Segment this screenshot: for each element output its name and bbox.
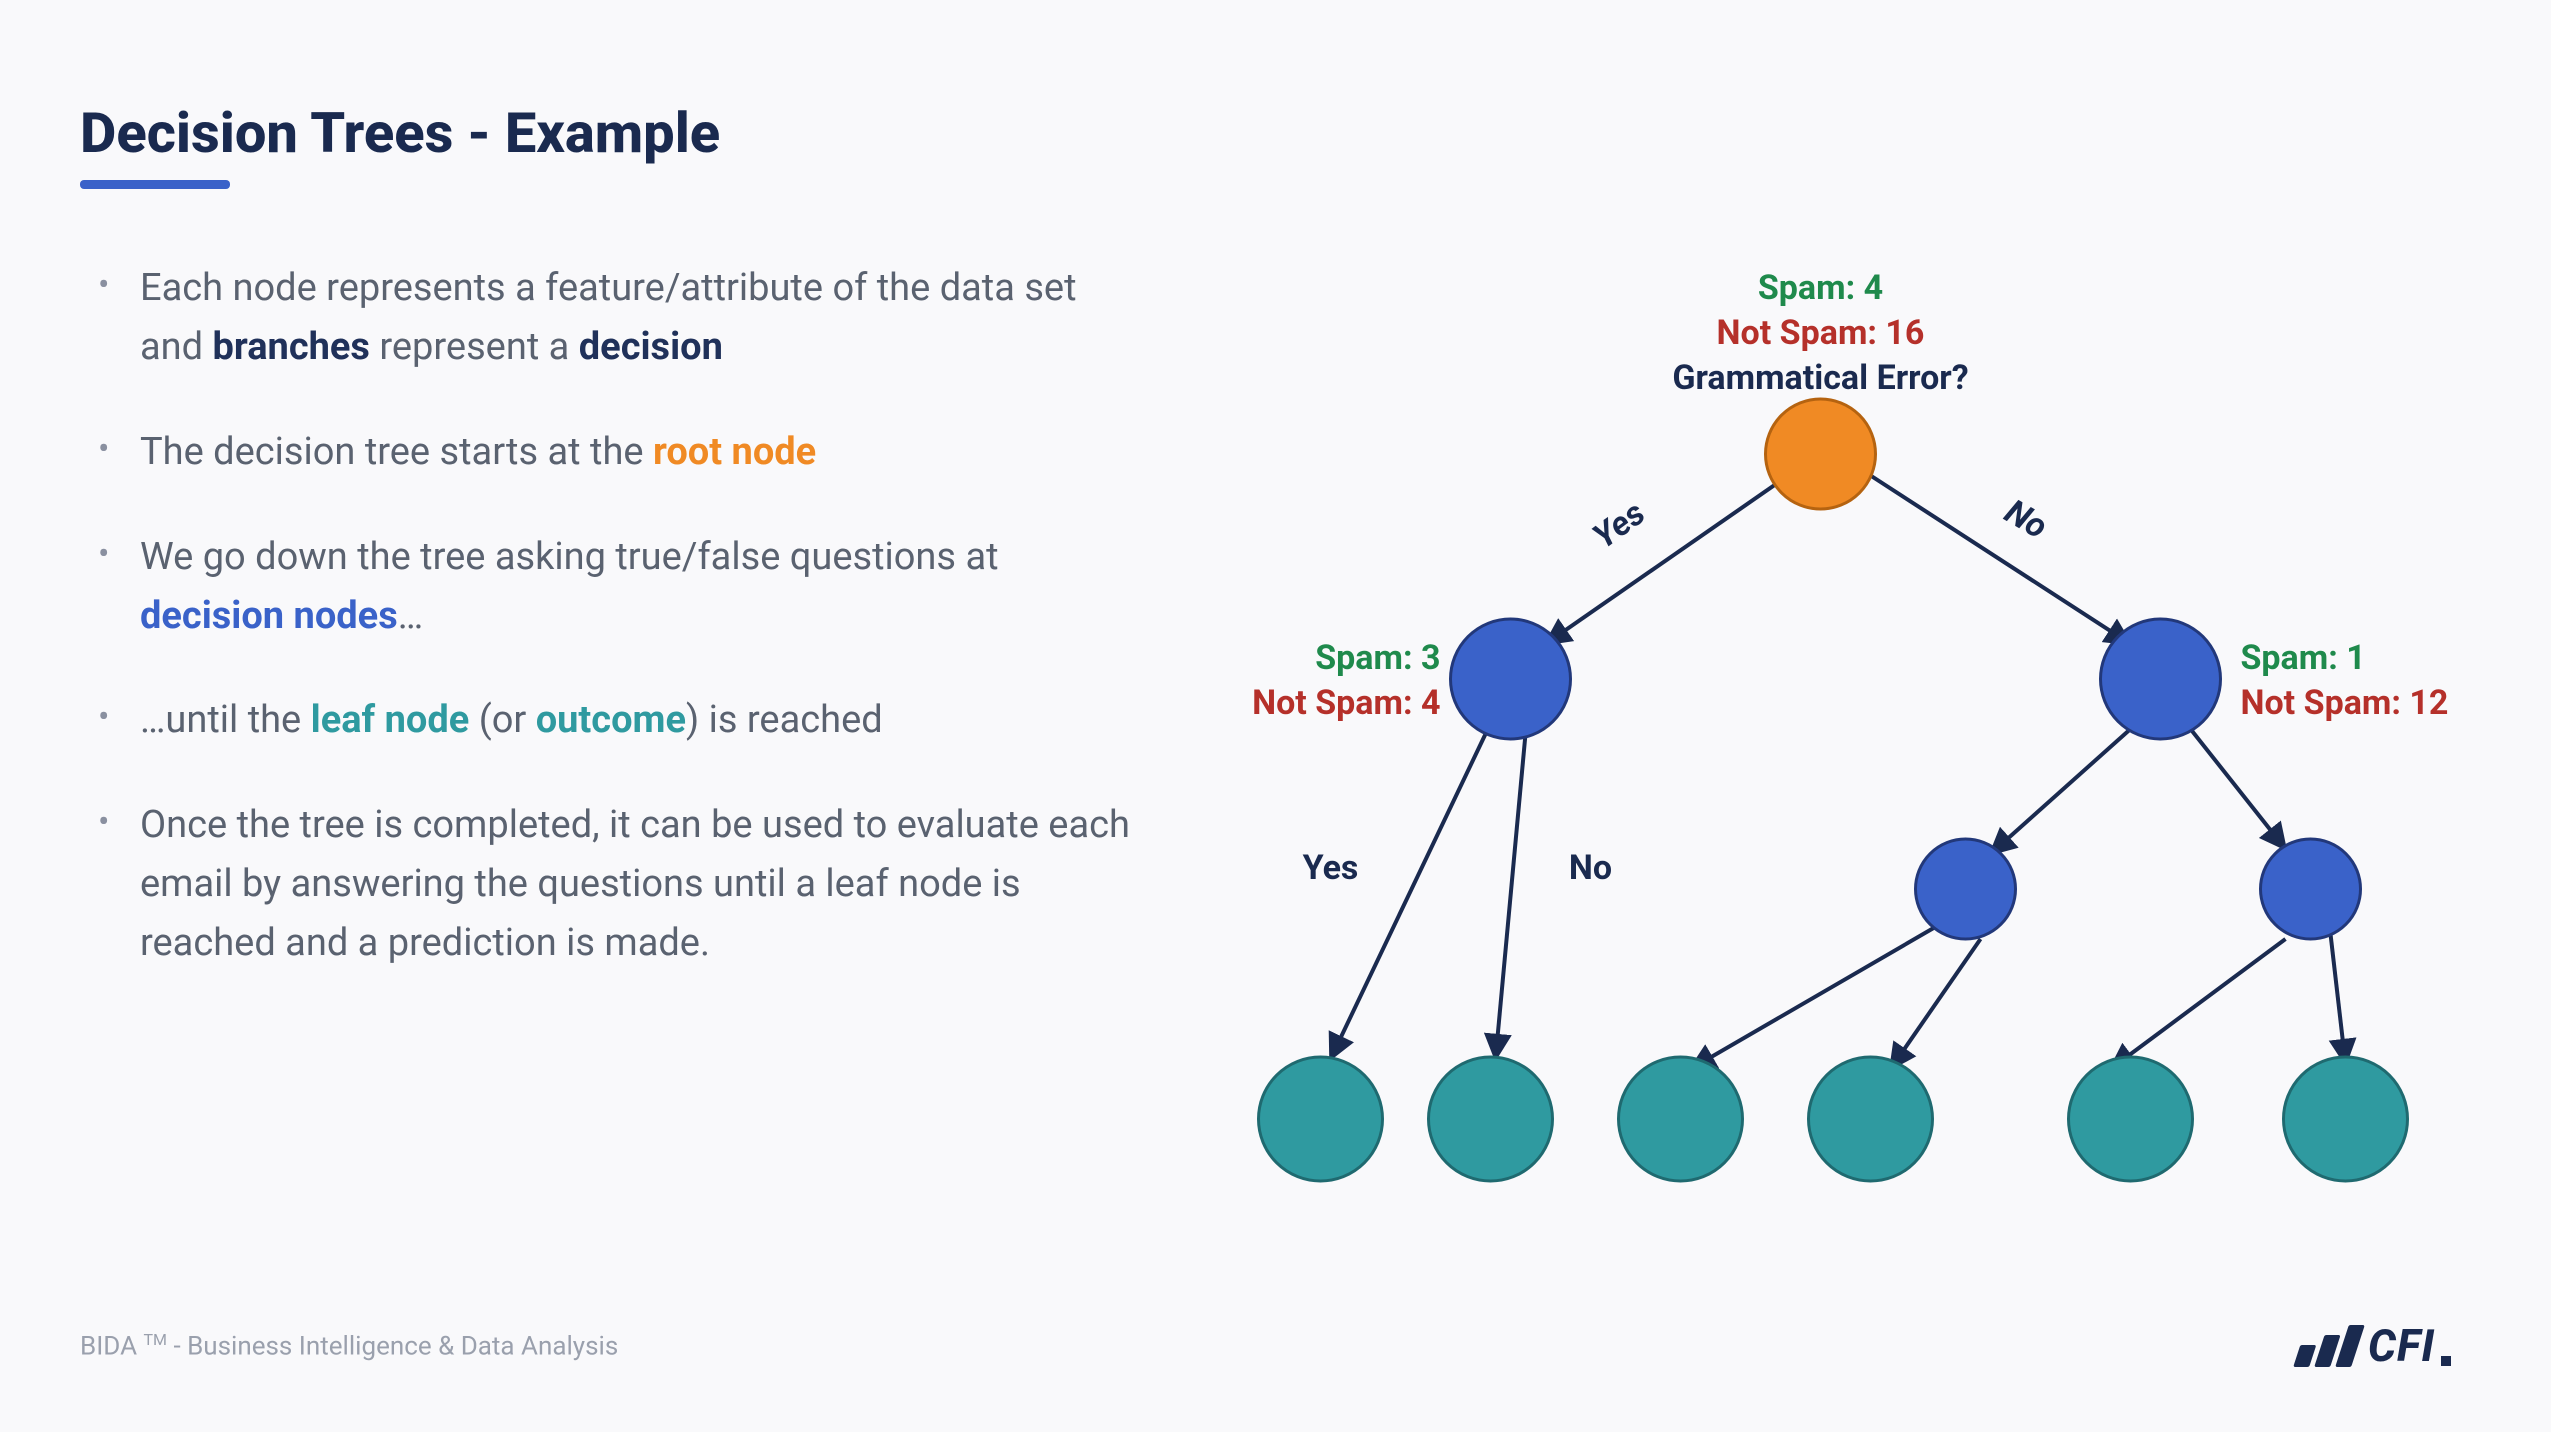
root-spam-label: Spam: 4	[1758, 268, 1883, 308]
leaf-node-1	[1259, 1057, 1383, 1181]
bullet-item: …until the leaf node (or outcome) is rea…	[80, 691, 1130, 750]
bullet-text: The decision tree starts at the	[140, 430, 653, 474]
footer: BIDA TM - Business Intelligence & Data A…	[80, 1330, 618, 1362]
footer-tm: TM	[143, 1330, 167, 1349]
edge-label-no-2: No	[1569, 848, 1612, 888]
bullet-item: Once the tree is completed, it can be us…	[80, 796, 1130, 973]
bullet-highlight-leaf: leaf node	[311, 698, 470, 742]
edge-dec1-leaf4	[1891, 939, 1981, 1069]
bullet-highlight-decision: decision nodes	[140, 594, 398, 638]
left-notspam-label: Not Spam: 4	[1252, 683, 1440, 723]
bullets-column: Each node represents a feature/attribute…	[80, 259, 1130, 1259]
root-notspam-label: Not Spam: 16	[1717, 313, 1925, 353]
cfi-logo: CFI	[2300, 1320, 2451, 1372]
edge-label-no: No	[1998, 492, 2054, 548]
tree-diagram: Spam: 4 Not Spam: 16 Grammatical Error? …	[1170, 259, 2471, 1259]
edge-dec2-leaf6	[2331, 934, 2346, 1064]
bullet-highlight-outcome: outcome	[536, 698, 686, 742]
leaf-node-5	[2069, 1057, 2193, 1181]
bullet-strong: branches	[213, 325, 370, 369]
left-spam-label: Spam: 3	[1315, 638, 1440, 678]
edge-left-leaf2	[1496, 734, 1526, 1059]
bullet-item: We go down the tree asking true/false qu…	[80, 528, 1130, 646]
bullet-text: Once the tree is completed, it can be us…	[140, 803, 1130, 965]
leaf-node-2	[1429, 1057, 1553, 1181]
logo-bars-icon	[2293, 1325, 2365, 1367]
bullet-text: ) is reached	[686, 698, 883, 742]
root-question: Grammatical Error?	[1672, 358, 1968, 398]
bullet-text: …	[398, 594, 423, 638]
edge-right-dec1	[1991, 729, 2131, 854]
bullet-strong: decision	[579, 325, 723, 369]
footer-rest: - Business Intelligence & Data Analysis	[173, 1332, 618, 1362]
bullet-text: (or	[469, 698, 535, 742]
edge-dec2-leaf5	[2111, 939, 2286, 1069]
leaf-node-3	[1619, 1057, 1743, 1181]
edge-root-right	[1861, 469, 2131, 644]
bullet-item: The decision tree starts at the root nod…	[80, 423, 1130, 482]
title-underline	[80, 180, 230, 189]
edge-right-dec2	[2191, 729, 2286, 849]
edge-label-yes-2: Yes	[1303, 848, 1359, 888]
bullet-text: …until the	[140, 698, 311, 742]
slide: Decision Trees - Example Each node repre…	[0, 0, 2551, 1432]
bullet-text: represent a	[370, 325, 579, 369]
tree-svg: Spam: 4 Not Spam: 16 Grammatical Error? …	[1170, 259, 2471, 1259]
root-node	[1766, 399, 1876, 509]
leaf-node-4	[1809, 1057, 1933, 1181]
slide-title: Decision Trees - Example	[80, 100, 2471, 166]
edge-root-left	[1546, 474, 1791, 644]
edge-left-leaf1	[1331, 734, 1486, 1059]
right-spam-label: Spam: 1	[2241, 638, 2366, 678]
edge-label-yes: Yes	[1585, 493, 1652, 557]
logo-text: CFI	[2368, 1320, 2435, 1372]
decision-node-right	[2101, 619, 2221, 739]
footer-prefix: BIDA	[80, 1332, 137, 1362]
content-row: Each node represents a feature/attribute…	[80, 259, 2471, 1259]
decision-node-left	[1451, 619, 1571, 739]
decision-node-sub-right	[2261, 839, 2361, 939]
decision-node-sub-left	[1916, 839, 2016, 939]
bullet-item: Each node represents a feature/attribute…	[80, 259, 1130, 377]
bullet-text: We go down the tree asking true/false qu…	[140, 535, 999, 579]
edge-dec1-leaf3	[1691, 924, 1941, 1069]
right-notspam-label: Not Spam: 12	[2241, 683, 2449, 723]
leaf-node-6	[2284, 1057, 2408, 1181]
bullet-highlight-root: root node	[653, 430, 816, 474]
bullet-list: Each node represents a feature/attribute…	[80, 259, 1130, 973]
logo-dot-icon	[2441, 1356, 2451, 1366]
